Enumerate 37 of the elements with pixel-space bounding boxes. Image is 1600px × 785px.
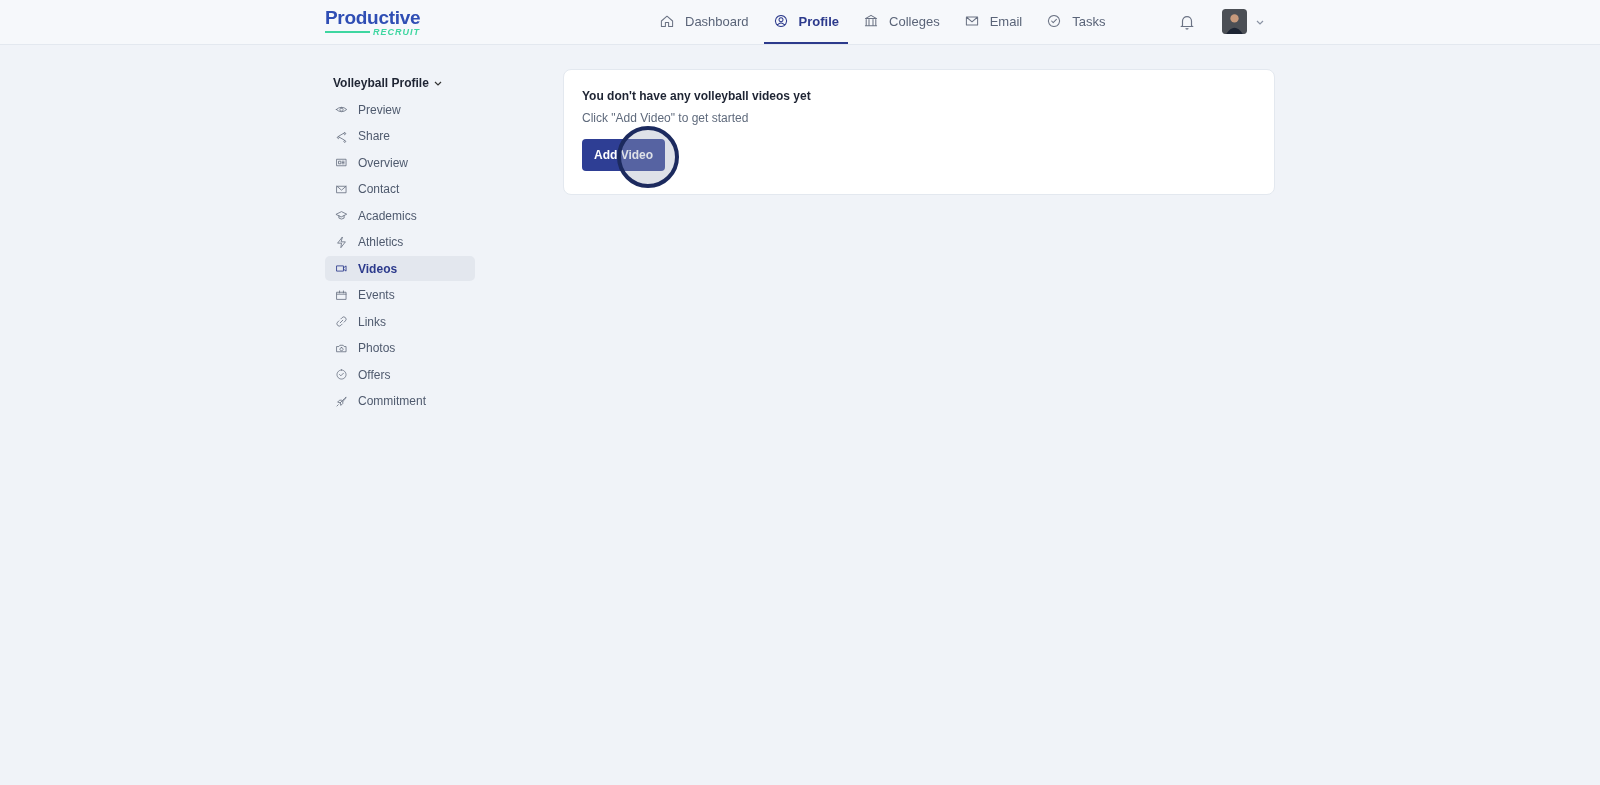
profile-selector[interactable]: Volleyball Profile <box>325 69 475 97</box>
sidebar-item[interactable]: Links <box>325 309 475 334</box>
sidebar-item[interactable]: Academics <box>325 203 475 228</box>
sidebar-item[interactable]: Videos <box>325 256 475 281</box>
sidebar-icon <box>335 209 348 222</box>
logo[interactable]: Productive RECRUIT <box>325 7 421 37</box>
sidebar-item[interactable]: Events <box>325 282 475 308</box>
nav-icon <box>659 13 675 29</box>
sidebar-icon <box>335 129 348 143</box>
sidebar-icon <box>335 394 348 408</box>
sidebar-icon <box>335 288 348 302</box>
nav-tab[interactable]: Tasks <box>1037 0 1115 44</box>
sidebar-icon <box>335 368 348 381</box>
sidebar-item[interactable]: Overview <box>325 150 475 175</box>
sidebar-item[interactable]: Photos <box>325 335 475 361</box>
nav-tab[interactable]: Profile <box>763 0 849 44</box>
avatar[interactable] <box>1222 9 1247 34</box>
sidebar-item[interactable]: Commitment <box>325 388 475 414</box>
sidebar-icon <box>335 235 348 249</box>
sidebar-item[interactable]: Offers <box>325 362 475 387</box>
add-video-button[interactable]: Add Video <box>582 139 666 171</box>
sidebar-item[interactable]: Preview <box>325 97 475 122</box>
sidebar-icon <box>335 262 348 275</box>
sidebar-item[interactable]: Share <box>325 123 475 149</box>
sidebar-item[interactable]: Athletics <box>325 229 475 255</box>
nav-tab[interactable]: Email <box>954 0 1032 44</box>
sidebar-icon <box>335 315 348 328</box>
nav-icon <box>963 13 980 29</box>
sidebar-item[interactable]: Contact <box>325 176 475 202</box>
nav-icon <box>863 13 880 29</box>
nav-tab[interactable]: Dashboard <box>650 0 758 44</box>
sidebar-icon <box>335 156 348 169</box>
empty-state-hint: Click "Add Video" to get started <box>582 111 750 125</box>
nav-icon <box>772 13 789 29</box>
nav-icon <box>1046 13 1063 29</box>
nav-tab[interactable]: Colleges <box>854 0 949 44</box>
empty-state-title: You don't have any volleyball videos yet <box>582 89 812 103</box>
